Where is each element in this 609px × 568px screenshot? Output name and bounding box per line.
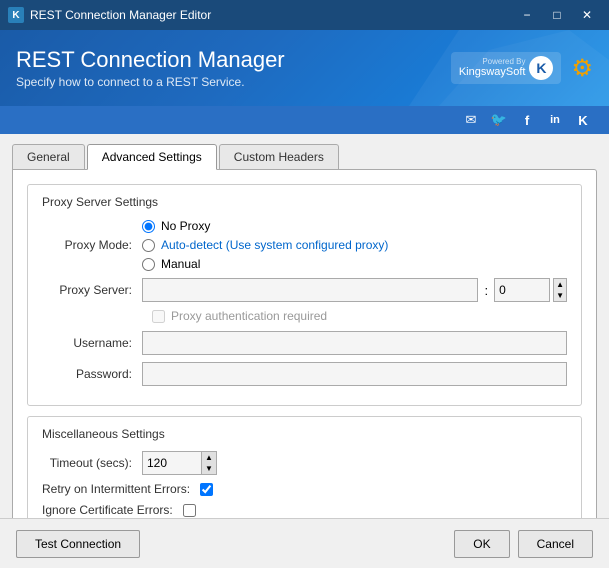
close-button[interactable]: ✕ [573, 1, 601, 29]
tab-general[interactable]: General [12, 144, 85, 169]
company-name: KingswaySoft [459, 66, 526, 79]
proxy-mode-label: Proxy Mode: [42, 238, 142, 252]
ks-logo-icon: K [529, 56, 553, 80]
header-banner: REST Connection Manager Specify how to c… [0, 30, 609, 106]
port-spinner-up-button[interactable]: ▲ [554, 279, 566, 290]
timeout-row: Timeout (secs): ▲ ▼ [42, 451, 567, 475]
retry-checkbox[interactable] [200, 483, 213, 496]
timeout-spinner-up[interactable]: ▲ [202, 452, 216, 463]
proxy-server-label: Proxy Server: [42, 283, 142, 297]
email-icon[interactable]: ✉ [461, 110, 481, 130]
tab-panel-advanced: Proxy Server Settings Proxy Mode: No Pro… [12, 169, 597, 562]
retry-label: Retry on Intermittent Errors: [42, 482, 200, 496]
social-bar: ✉ 🐦 f in K [0, 106, 609, 134]
tab-custom-headers[interactable]: Custom Headers [219, 144, 339, 169]
test-connection-button[interactable]: Test Connection [16, 530, 140, 558]
timeout-input[interactable] [142, 451, 202, 475]
radio-auto-detect-input[interactable] [142, 239, 155, 252]
proxy-colon: : [484, 283, 488, 298]
proxy-port-spinner: ▲ ▼ [553, 278, 567, 302]
gear-icon: ⚙ [571, 54, 593, 83]
radio-auto-detect[interactable]: Auto-detect (Use system configured proxy… [142, 238, 388, 252]
password-label: Password: [42, 367, 142, 381]
radio-no-proxy-input[interactable] [142, 220, 155, 233]
cancel-button[interactable]: Cancel [518, 530, 593, 558]
radio-manual[interactable]: Manual [142, 257, 388, 271]
ignore-cert-checkbox[interactable] [183, 504, 196, 517]
proxy-mode-row: Proxy Mode: No Proxy Auto-detect (Use sy… [42, 219, 567, 271]
timeout-label: Timeout (secs): [42, 456, 142, 470]
app-subtitle: Specify how to connect to a REST Service… [16, 75, 285, 89]
radio-no-proxy-label: No Proxy [161, 219, 210, 233]
timeout-input-wrap: ▲ ▼ [142, 451, 217, 475]
port-spinner-down-button[interactable]: ▼ [554, 290, 566, 301]
timeout-spinner-down[interactable]: ▼ [202, 463, 216, 474]
radio-manual-label: Manual [161, 257, 200, 271]
ignore-cert-row: Ignore Certificate Errors: [42, 503, 567, 517]
radio-no-proxy[interactable]: No Proxy [142, 219, 388, 233]
proxy-auth-row: Proxy authentication required [152, 309, 567, 323]
powered-by-text: Powered By [459, 57, 526, 67]
radio-auto-detect-label: Auto-detect (Use system configured proxy… [161, 238, 388, 252]
facebook-icon[interactable]: f [517, 110, 537, 130]
password-input[interactable] [142, 362, 567, 386]
window-title: REST Connection Manager Editor [30, 8, 211, 22]
proxy-auth-checkbox[interactable] [152, 310, 165, 323]
proxy-port-input[interactable] [494, 278, 550, 302]
username-label: Username: [42, 336, 142, 350]
timeout-spinner: ▲ ▼ [202, 451, 217, 475]
username-input[interactable] [142, 331, 567, 355]
password-row: Password: [42, 362, 567, 386]
retry-row: Retry on Intermittent Errors: [42, 482, 567, 496]
proxy-server-row: Proxy Server: : ▲ ▼ [42, 278, 567, 302]
proxy-server-section: Proxy Server Settings Proxy Mode: No Pro… [27, 184, 582, 406]
proxy-auth-label: Proxy authentication required [171, 309, 327, 323]
linkedin-icon[interactable]: in [545, 110, 565, 130]
k-icon[interactable]: K [573, 110, 593, 130]
username-row: Username: [42, 331, 567, 355]
app-title: REST Connection Manager [16, 47, 285, 73]
ks-logo: Powered By KingswaySoft K [451, 52, 562, 84]
radio-manual-input[interactable] [142, 258, 155, 271]
proxy-section-title: Proxy Server Settings [42, 195, 567, 209]
ignore-cert-label: Ignore Certificate Errors: [42, 503, 183, 517]
ok-button[interactable]: OK [454, 530, 509, 558]
proxy-radio-group: No Proxy Auto-detect (Use system configu… [142, 219, 388, 271]
footer: Test Connection OK Cancel [0, 518, 609, 568]
twitter-icon[interactable]: 🐦 [489, 110, 509, 130]
tab-advanced-settings[interactable]: Advanced Settings [87, 144, 217, 170]
minimize-button[interactable]: − [513, 1, 541, 29]
misc-section-title: Miscellaneous Settings [42, 427, 567, 441]
proxy-server-input[interactable] [142, 278, 478, 302]
titlebar: K REST Connection Manager Editor − □ ✕ [0, 0, 609, 30]
app-icon: K [8, 7, 24, 23]
tab-bar: General Advanced Settings Custom Headers [12, 144, 597, 169]
maximize-button[interactable]: □ [543, 1, 571, 29]
